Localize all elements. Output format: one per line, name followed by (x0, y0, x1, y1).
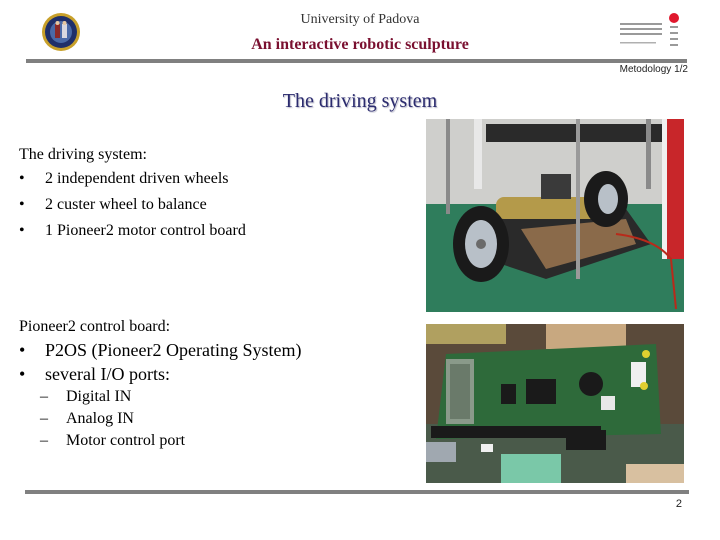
presentation-title: An interactive robotic sculpture (251, 36, 469, 53)
sub-list-item: – Analog IN (19, 408, 301, 430)
department-logo (616, 12, 684, 50)
header-divider (26, 59, 687, 63)
list-item: • several I/O ports: (19, 362, 301, 386)
control-board-photo (426, 324, 684, 483)
robot-base-photo (426, 119, 684, 312)
control-board-list: Pioneer2 control board: • P2OS (Pioneer2… (19, 316, 301, 452)
sub-list-item-text: Analog IN (66, 410, 134, 427)
list-item-text: several I/O ports: (45, 364, 170, 384)
sub-list-item-text: Digital IN (66, 388, 132, 405)
bullet-icon: • (19, 196, 25, 213)
sub-list-item-text: Motor control port (66, 432, 186, 449)
footer-divider (25, 490, 689, 494)
block-heading: The driving system: (19, 146, 147, 163)
bullet-icon: • (19, 364, 26, 384)
list-item: • P2OS (Pioneer2 Operating System) (19, 338, 301, 362)
bullet-icon: • (19, 170, 25, 187)
list-item-text: 2 independent driven wheels (45, 170, 229, 187)
page-number: 2 (675, 498, 682, 510)
section-label: Metodology 1/2 (619, 64, 688, 75)
bullet-icon: • (19, 222, 25, 239)
sub-list-item: – Digital IN (19, 386, 301, 408)
slide-title: The driving system (282, 90, 438, 112)
sub-list-item: – Motor control port (19, 430, 301, 452)
list-item: • 2 independent driven wheels (19, 166, 246, 192)
list-item-text: 2 custer wheel to balance (45, 196, 207, 213)
university-name: University of Padova (300, 12, 420, 27)
dash-icon: – (40, 410, 48, 427)
driving-system-list: The driving system: • 2 independent driv… (19, 144, 246, 244)
dash-icon: – (40, 388, 48, 405)
list-item: • 1 Pioneer2 motor control board (19, 218, 246, 244)
list-item-text: P2OS (Pioneer2 Operating System) (45, 340, 302, 360)
bullet-icon: • (19, 340, 26, 360)
list-item: • 2 custer wheel to balance (19, 192, 246, 218)
dash-icon: – (40, 432, 48, 449)
list-item-text: 1 Pioneer2 motor control board (45, 222, 246, 239)
block-heading: Pioneer2 control board: (19, 318, 171, 335)
